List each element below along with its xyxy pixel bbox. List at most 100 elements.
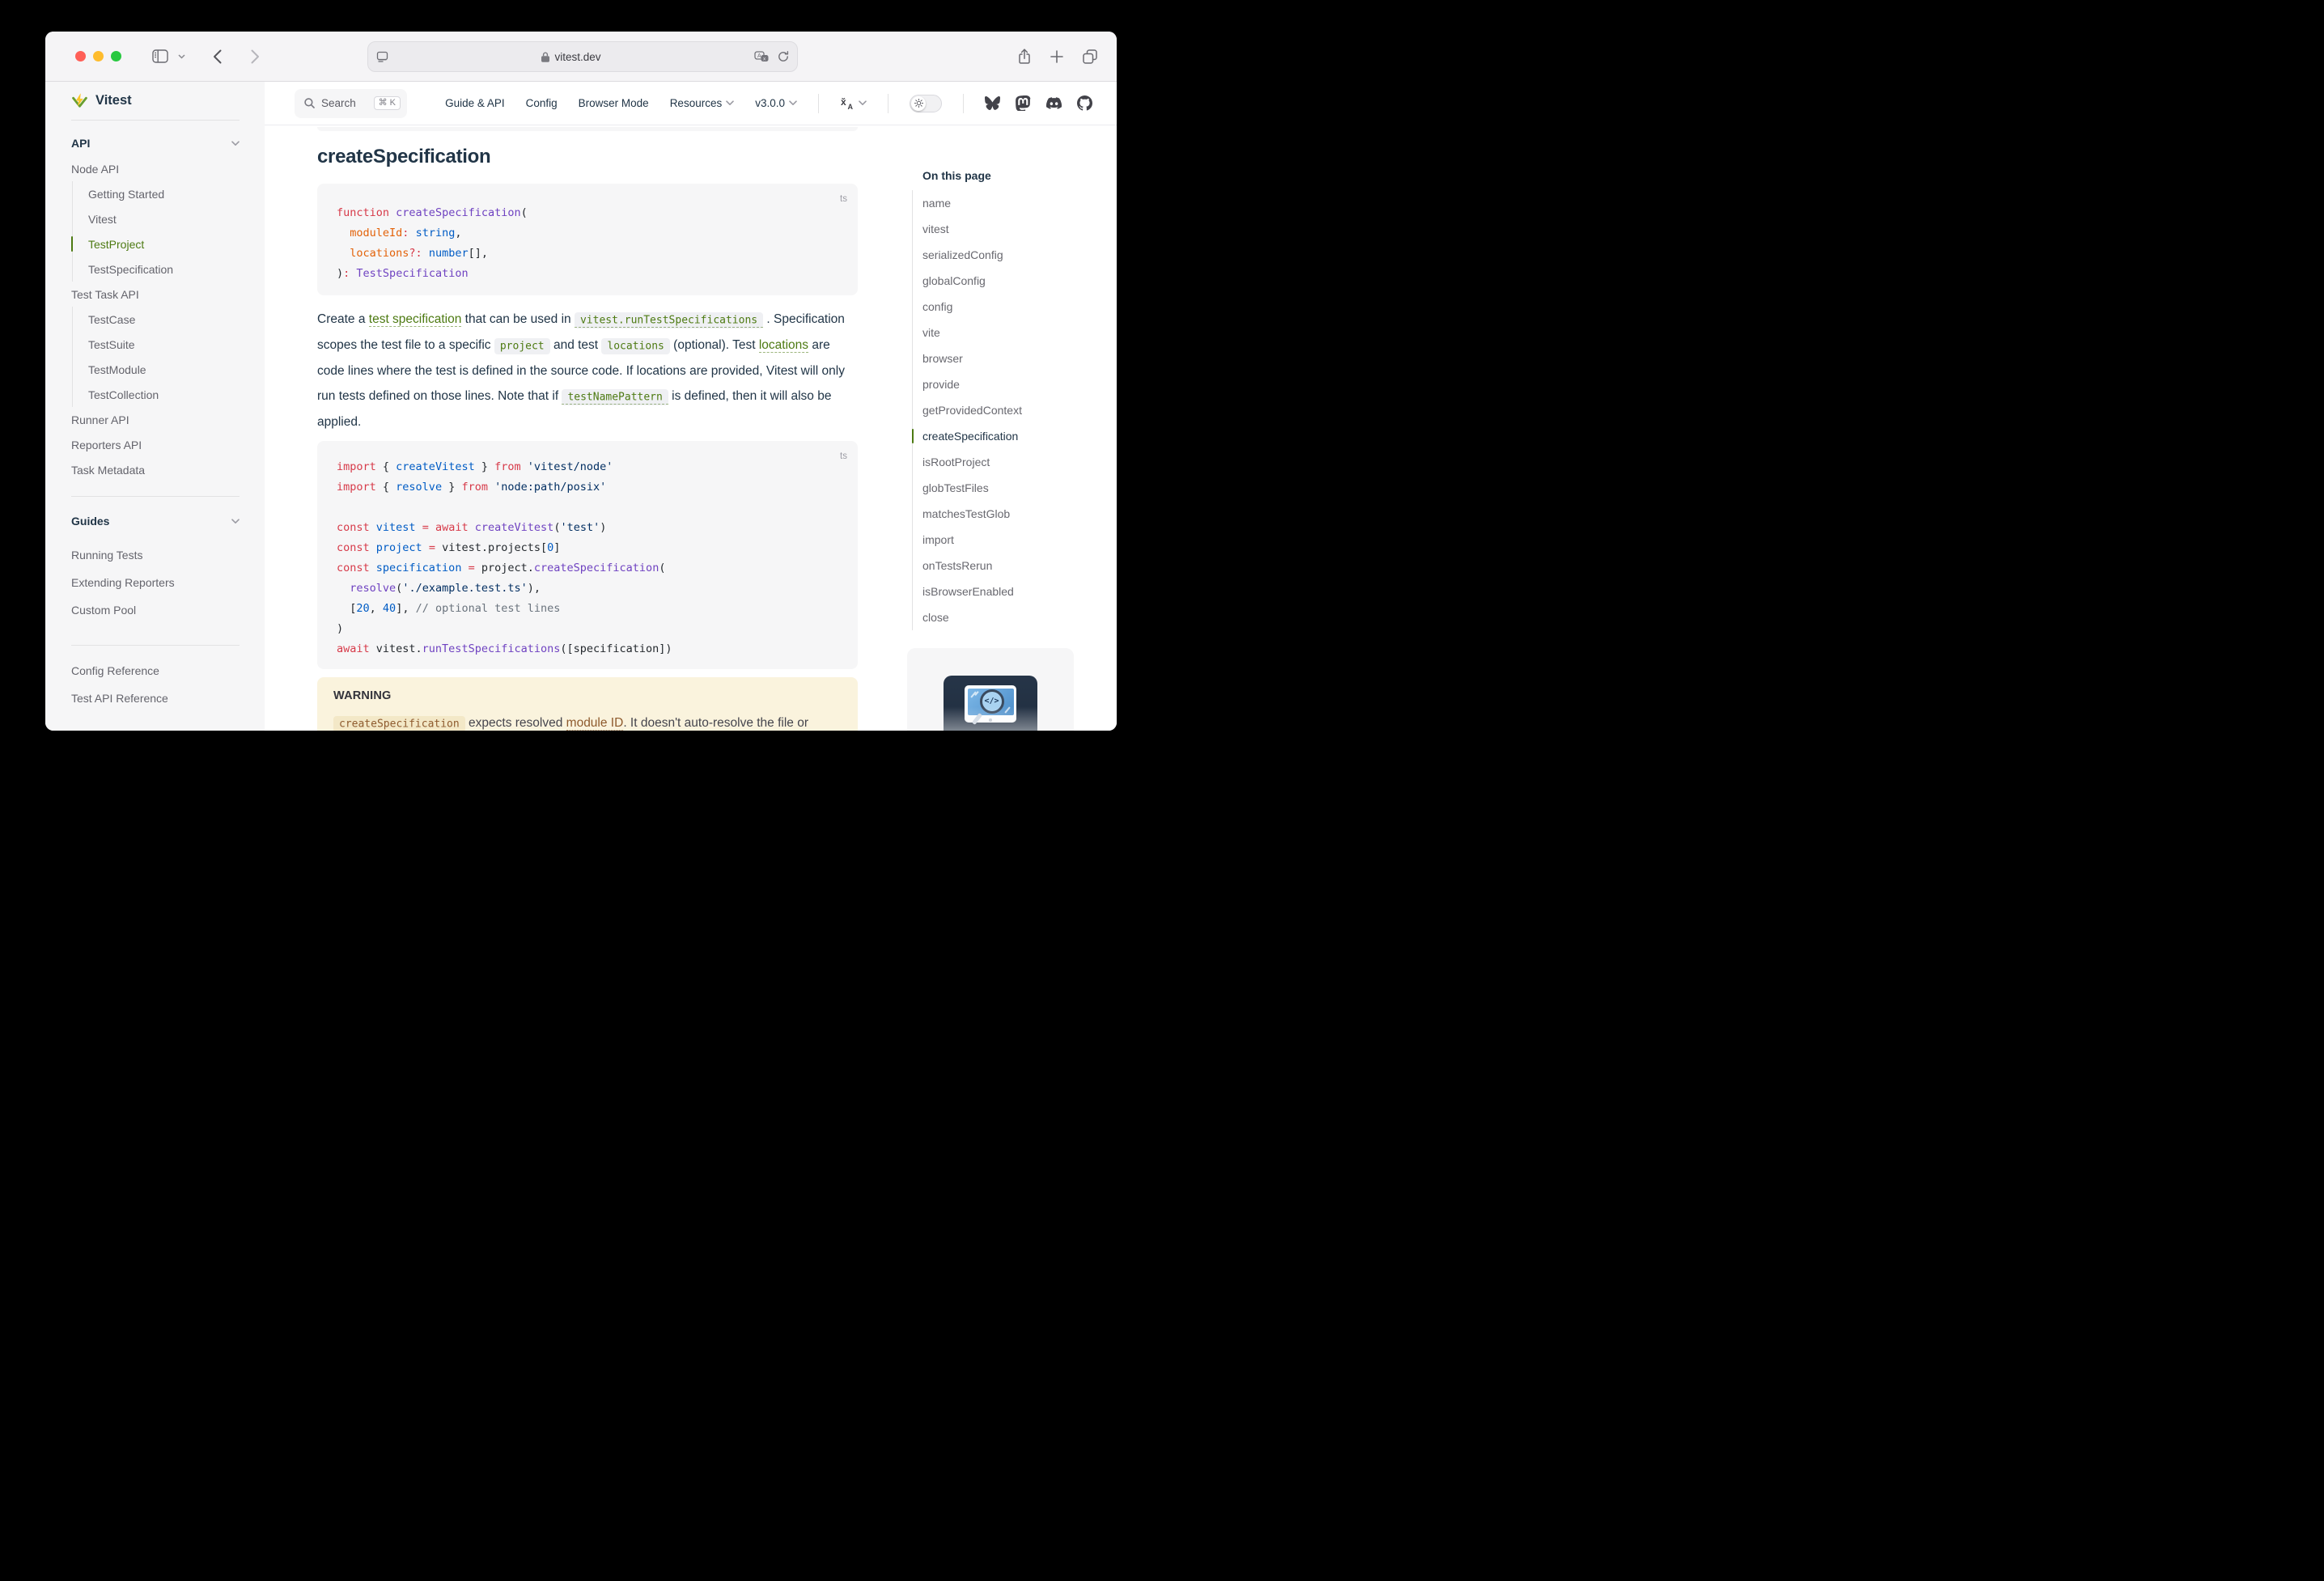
toc-item-isrootproject[interactable]: isRootProject: [913, 449, 1117, 475]
docs-sidebar: Vitest APINode APIGetting StartedVitestT…: [45, 82, 265, 731]
sidebar-item-test-api-reference[interactable]: Test API Reference: [71, 685, 240, 712]
toc-item-ontestsrerun[interactable]: onTestsRerun: [913, 553, 1117, 579]
svg-text:A: A: [757, 53, 761, 59]
sidebar-item-testspecification[interactable]: TestSpecification: [88, 256, 240, 282]
site-title: Vitest: [95, 93, 132, 108]
sidebar-item-getting-started[interactable]: Getting Started: [88, 181, 240, 206]
nav-links: Guide & API Config Browser Mode Resources v3…: [445, 94, 1092, 113]
sponsor-card[interactable]: </>: [907, 648, 1074, 731]
vitest-logo[interactable]: Vitest: [71, 82, 240, 120]
warning-callout: WARNING createSpecification expects reso…: [317, 677, 858, 731]
sidebar-item-vitest[interactable]: Vitest: [88, 206, 240, 231]
code-search-illustration: </>: [944, 676, 1037, 731]
warning-body: createSpecification expects resolved mod…: [333, 712, 842, 731]
sidebar-item-extending-reporters[interactable]: Extending Reporters: [71, 569, 240, 596]
share-icon[interactable]: [1018, 49, 1031, 65]
browser-toolbar: vitest.dev A x: [45, 32, 1117, 82]
forward-button[interactable]: [243, 43, 268, 70]
nav-link-v3-0-0[interactable]: v3.0.0: [755, 97, 797, 109]
svg-text:x̌: x̌: [841, 96, 846, 108]
reader-icon[interactable]: [376, 51, 388, 63]
close-window-button[interactable]: [75, 51, 86, 61]
divider: [71, 645, 240, 646]
new-tab-icon[interactable]: [1050, 50, 1063, 63]
reload-icon[interactable]: [778, 51, 789, 62]
tab-overview-icon[interactable]: [1083, 49, 1097, 64]
github-icon[interactable]: [1077, 95, 1092, 111]
mastodon-icon[interactable]: [1016, 95, 1031, 111]
example-code-block: ts import { createVitest } from 'vitest/…: [317, 441, 858, 669]
sidebar-section-label: API: [71, 137, 90, 150]
zoom-window-button[interactable]: [111, 51, 121, 61]
code-link[interactable]: vitest.runTestSpecifications: [575, 312, 763, 328]
toc-item-globalconfig[interactable]: globalConfig: [913, 268, 1117, 294]
sidebar-item-testsuite[interactable]: TestSuite: [88, 332, 240, 357]
warning-title: WARNING: [333, 687, 842, 705]
toc-list: namevitestserializedConfigglobalConfigco…: [912, 190, 1117, 630]
lock-icon: [541, 52, 549, 62]
traffic-lights: [75, 51, 121, 61]
toc-item-config[interactable]: config: [913, 294, 1117, 320]
sidebar-item-reporters-api[interactable]: Reporters API: [71, 432, 240, 457]
text-link[interactable]: locations: [759, 338, 808, 353]
sidebar-subgroup: Getting StartedVitestTestProjectTestSpec…: [72, 181, 240, 282]
url-text[interactable]: vitest.dev: [554, 51, 600, 63]
minimize-window-button[interactable]: [93, 51, 104, 61]
sidebar-item-running-tests[interactable]: Running Tests: [71, 541, 240, 569]
code-link[interactable]: testNamePattern: [562, 389, 668, 405]
divider: [71, 496, 240, 497]
chevron-down-icon: [231, 519, 240, 524]
sidebar-item-config-reference[interactable]: Config Reference: [71, 657, 240, 685]
toc-item-vite[interactable]: vite: [913, 320, 1117, 345]
toc-item-isbrowserenabled[interactable]: isBrowserEnabled: [913, 579, 1117, 604]
discord-icon[interactable]: [1046, 95, 1062, 111]
social-links: [985, 95, 1092, 111]
chevron-down-icon: [726, 100, 734, 106]
toc-item-import[interactable]: import: [913, 527, 1117, 553]
language-icon[interactable]: x̌A: [840, 96, 867, 110]
toc-item-provide[interactable]: provide: [913, 371, 1117, 397]
back-button[interactable]: [205, 43, 230, 70]
signature-code-block: ts function createSpecification( moduleI…: [317, 184, 858, 295]
sidebar-section-label: Guides: [71, 515, 109, 528]
translate-page-icon[interactable]: A x: [754, 51, 770, 63]
sidebar-item-testproject[interactable]: TestProject: [88, 231, 240, 256]
sidebar-toggle-icon[interactable]: [144, 43, 176, 70]
sidebar-item-test-task-api[interactable]: Test Task API: [71, 282, 240, 307]
code-lang-badge: ts: [840, 189, 847, 210]
nav-link-config[interactable]: Config: [526, 97, 558, 109]
text-link[interactable]: test specification: [369, 312, 462, 327]
nav-link-resources[interactable]: Resources: [670, 97, 735, 109]
toc-item-matchestestglob[interactable]: matchesTestGlob: [913, 501, 1117, 527]
sidebar-item-task-metadata[interactable]: Task Metadata: [71, 457, 240, 482]
text-link[interactable]: module ID: [566, 716, 624, 731]
theme-toggle[interactable]: [910, 95, 942, 112]
sidebar-item-runner-api[interactable]: Runner API: [71, 407, 240, 432]
description-paragraph: Create a test specification that can be …: [317, 307, 858, 434]
toc-item-getprovidedcontext[interactable]: getProvidedContext: [913, 397, 1117, 423]
sidebar-item-node-api[interactable]: Node API: [71, 156, 240, 181]
sidebar-item-testcase[interactable]: TestCase: [88, 307, 240, 332]
sidebar-section-api[interactable]: API: [71, 130, 240, 156]
toc-item-close[interactable]: close: [913, 604, 1117, 630]
toc-item-createspecification[interactable]: createSpecification: [913, 423, 1117, 449]
sidebar-item-testcollection[interactable]: TestCollection: [88, 382, 240, 407]
search-input[interactable]: Search ⌘ K: [295, 89, 407, 118]
nav-link-browser-mode[interactable]: Browser Mode: [579, 97, 649, 109]
nav-link-guide-api[interactable]: Guide & API: [445, 97, 505, 109]
sidebar-section-guides[interactable]: Guides: [71, 508, 240, 534]
chevron-down-icon: [231, 141, 240, 146]
toc-item-browser[interactable]: browser: [913, 345, 1117, 371]
toc-item-serializedconfig[interactable]: serializedConfig: [913, 242, 1117, 268]
doc-article: createSpecification ts function createSp…: [317, 125, 858, 731]
sidebar-chevron-icon[interactable]: [176, 43, 193, 70]
sidebar-item-testmodule[interactable]: TestModule: [88, 357, 240, 382]
toc-item-name[interactable]: name: [913, 190, 1117, 216]
toc-item-globtestfiles[interactable]: globTestFiles: [913, 475, 1117, 501]
bluesky-icon[interactable]: [985, 95, 1000, 111]
address-bar[interactable]: vitest.dev A x: [367, 41, 798, 72]
sidebar-subgroup: TestCaseTestSuiteTestModuleTestCollectio…: [72, 307, 240, 407]
sidebar-item-custom-pool[interactable]: Custom Pool: [71, 596, 240, 624]
toc-title: On this page: [912, 167, 1117, 184]
toc-item-vitest[interactable]: vitest: [913, 216, 1117, 242]
